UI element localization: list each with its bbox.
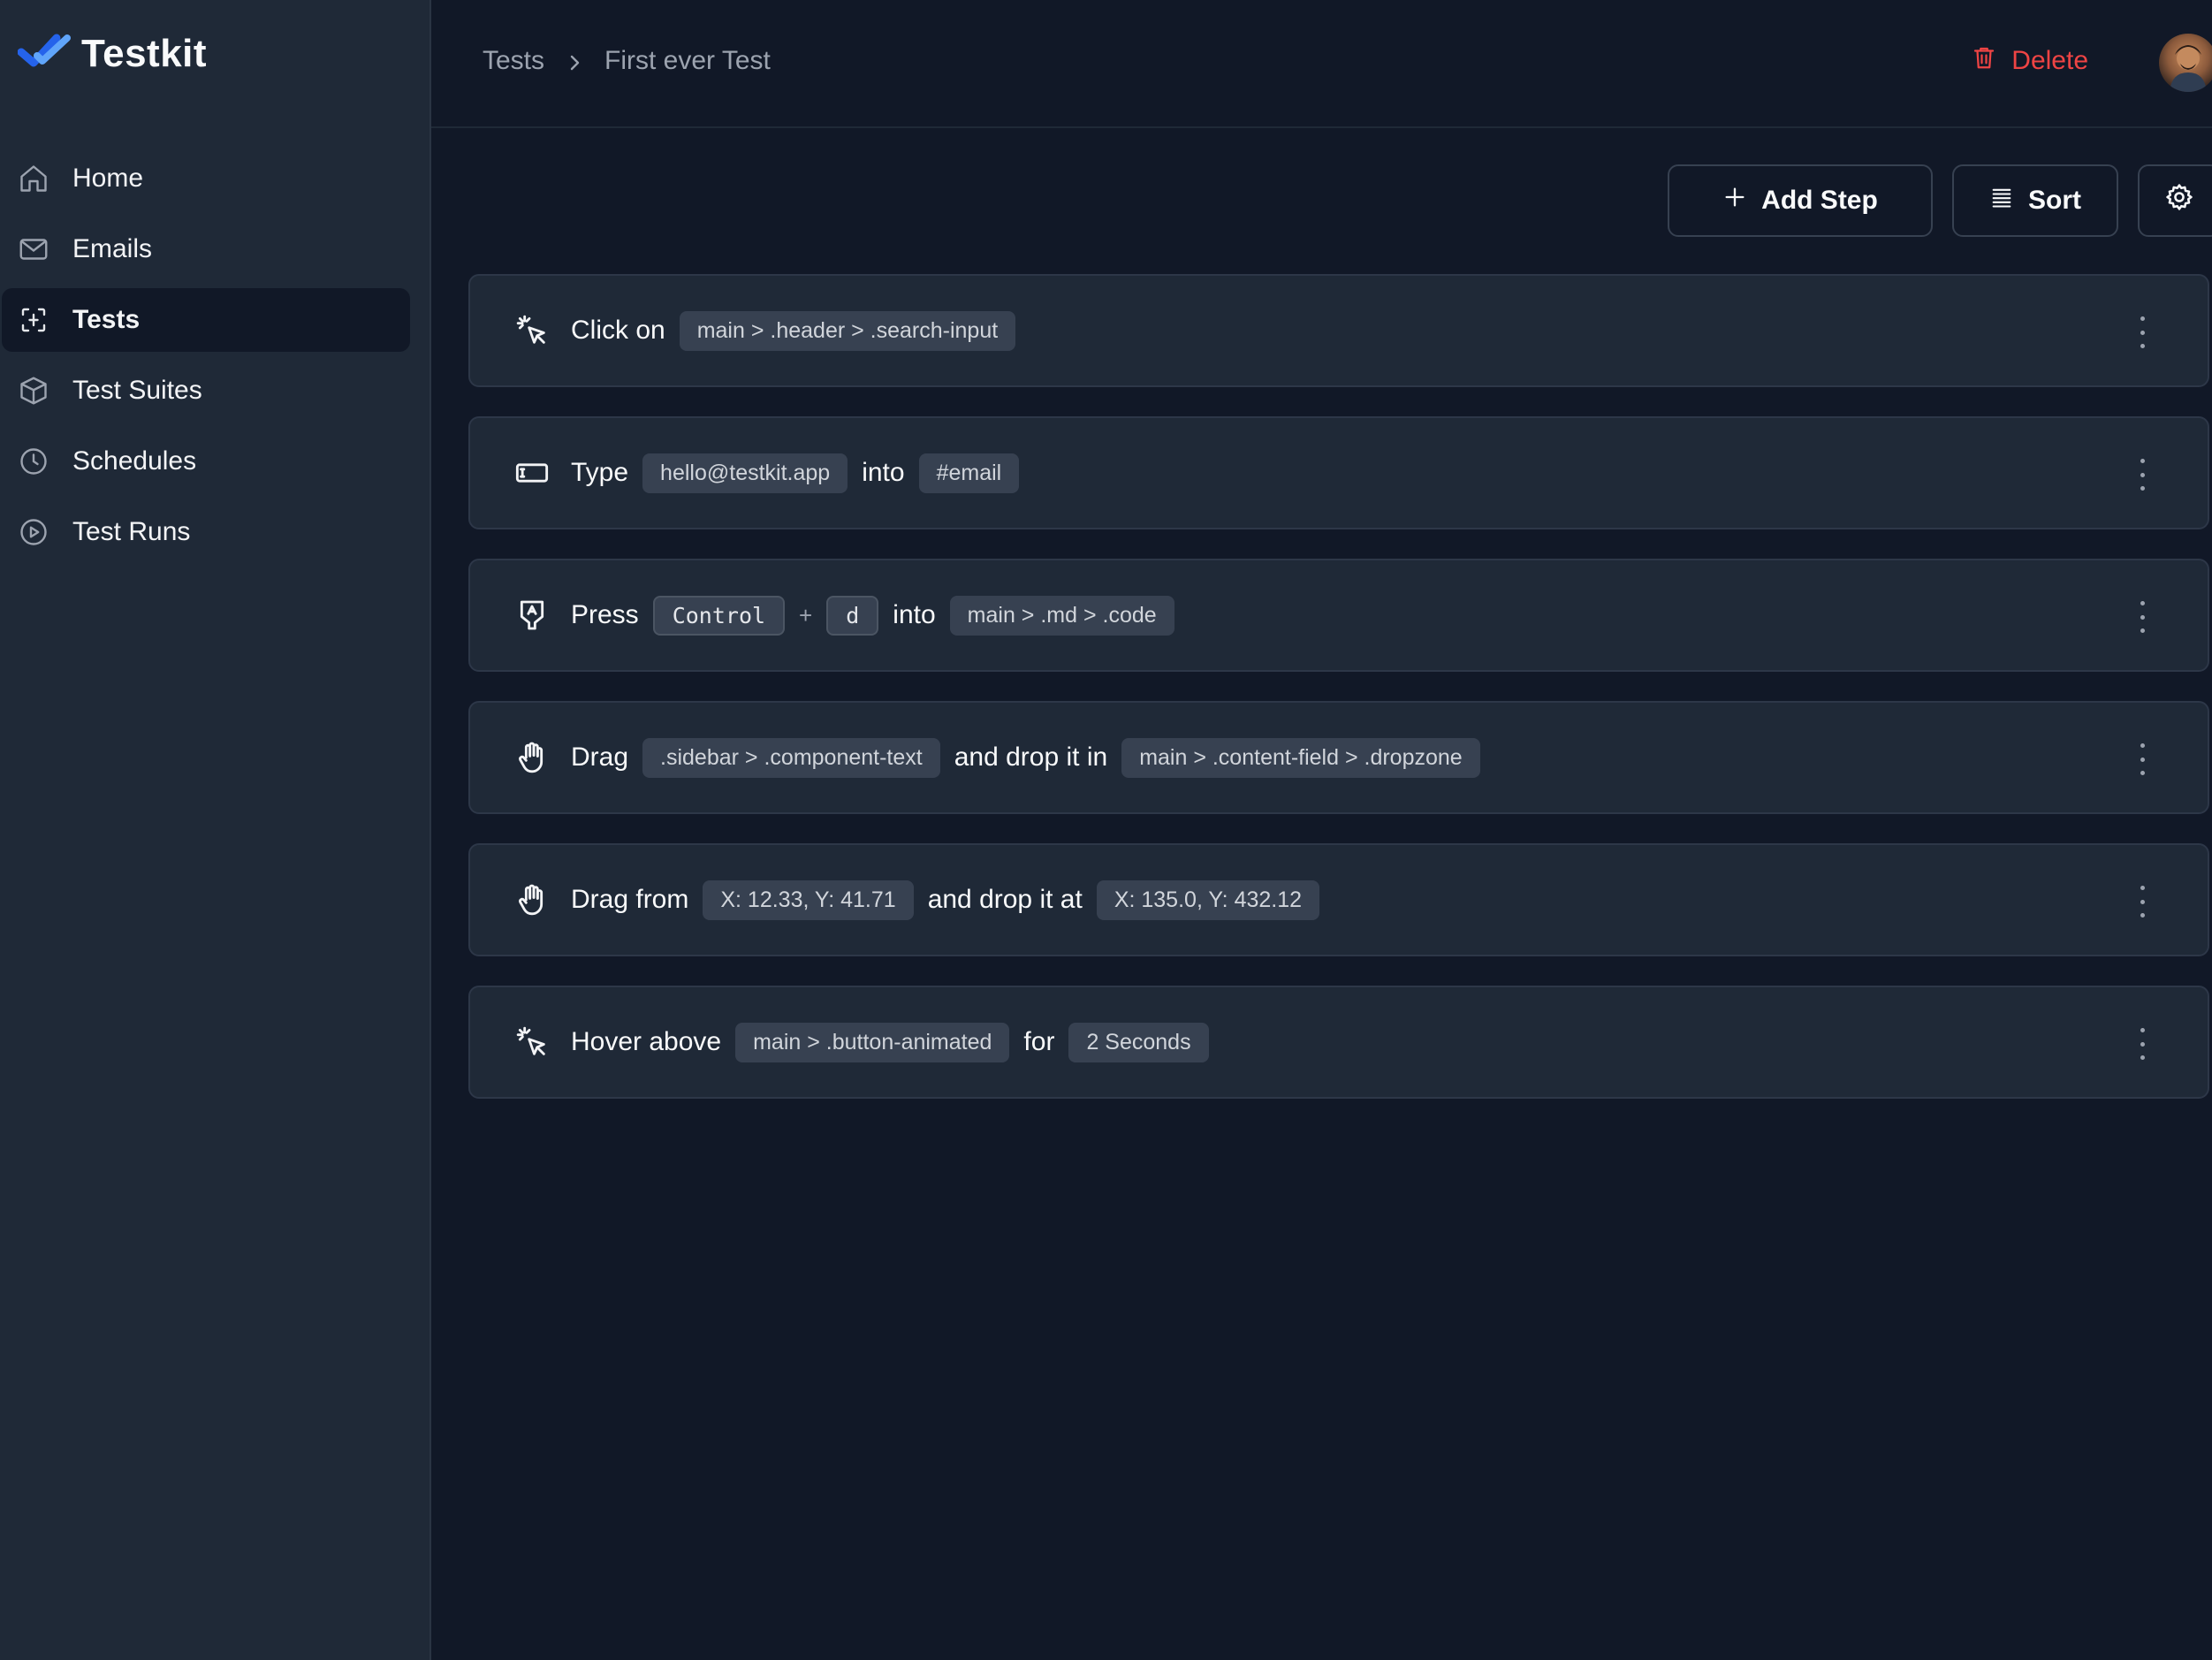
- more-options-icon[interactable]: [2137, 1028, 2147, 1060]
- step-description: Hover above main > .button-animated for 2 S…: [571, 1023, 1209, 1062]
- step-selector-chip: .sidebar > .component-text: [642, 738, 940, 778]
- key-combo-plus: +: [799, 602, 812, 629]
- gear-icon: [2164, 182, 2194, 219]
- step-description: Press Control + dinto main > .md > .code: [571, 596, 1174, 636]
- sort-button[interactable]: Sort: [1952, 164, 2118, 237]
- step-action-text: for: [1023, 1027, 1054, 1057]
- step-selector-chip: hello@testkit.app: [642, 453, 848, 493]
- step-selector-chip: #email: [919, 453, 1020, 493]
- sort-label: Sort: [2028, 186, 2081, 216]
- sidebar-item-schedules[interactable]: Schedules: [2, 430, 410, 493]
- trash-icon: [1971, 44, 1997, 78]
- step-action-text: and drop it at: [928, 885, 1083, 915]
- logo-check-icon: [18, 33, 71, 76]
- step-action-text: into: [893, 600, 935, 630]
- sidebar-item-label: Test Runs: [72, 517, 190, 547]
- breadcrumb-current: First ever Test: [604, 46, 771, 76]
- more-options-icon[interactable]: [2137, 601, 2147, 633]
- toolbar: Add Step Sort: [1668, 164, 2212, 237]
- step-card[interactable]: Hover above main > .button-animated for 2 S…: [468, 986, 2209, 1099]
- add-step-button[interactable]: Add Step: [1668, 164, 1933, 237]
- step-card[interactable]: Type hello@testkit.app into #email: [468, 416, 2209, 529]
- more-options-icon[interactable]: [2137, 886, 2147, 918]
- steps-list: Click on main > .header > .search-input Ty…: [468, 274, 2209, 1128]
- step-card[interactable]: Press Control + dinto main > .md > .code: [468, 559, 2209, 672]
- delete-button[interactable]: Delete: [1971, 44, 2088, 78]
- key-badge: Control: [653, 596, 785, 636]
- step-action-text: Drag from: [571, 885, 688, 915]
- sidebar-item-tests[interactable]: Tests: [2, 288, 410, 352]
- add-step-label: Add Step: [1761, 186, 1878, 216]
- sidebar-item-test-runs[interactable]: Test Runs: [2, 500, 410, 564]
- more-options-icon[interactable]: [2137, 316, 2147, 348]
- sidebar-item-emails[interactable]: Emails: [2, 217, 410, 281]
- delete-label: Delete: [2011, 46, 2088, 76]
- sidebar-item-label: Tests: [72, 305, 140, 335]
- keyboard-key-icon: [513, 596, 551, 635]
- step-action-text: and drop it in: [954, 742, 1107, 773]
- key-badge: d: [826, 596, 878, 636]
- step-action-text: Type: [571, 458, 628, 488]
- plus-icon: [1722, 185, 1747, 217]
- brand[interactable]: Testkit: [18, 32, 207, 76]
- breadcrumb-tests[interactable]: Tests: [483, 46, 544, 76]
- step-action-text: into: [862, 458, 904, 488]
- sidebar-item-label: Test Suites: [72, 376, 202, 406]
- step-action-text: Hover above: [571, 1027, 721, 1057]
- step-selector-chip: main > .content-field > .dropzone: [1121, 738, 1480, 778]
- hand-icon: [513, 738, 551, 777]
- sidebar: Testkit Home Emails Tests Test Suites: [0, 0, 431, 1660]
- step-description: Click on main > .header > .search-input: [571, 311, 1015, 351]
- sidebar-nav: Home Emails Tests Test Suites Schedules: [0, 147, 431, 571]
- step-selector-chip: main > .md > .code: [950, 596, 1174, 636]
- hand-icon: [513, 880, 551, 919]
- step-selector-chip: X: 135.0, Y: 432.12: [1097, 880, 1319, 920]
- cube-icon: [16, 373, 51, 408]
- pointer-click-icon: [513, 311, 551, 350]
- settings-button[interactable]: [2138, 164, 2212, 237]
- step-action-text: Press: [571, 600, 639, 630]
- play-circle-icon: [16, 514, 51, 550]
- mail-icon: [16, 232, 51, 267]
- step-card[interactable]: Click on main > .header > .search-input: [468, 274, 2209, 387]
- more-options-icon[interactable]: [2137, 459, 2147, 491]
- step-selector-chip: main > .header > .search-input: [680, 311, 1015, 351]
- step-description: Type hello@testkit.app into #email: [571, 453, 1019, 493]
- step-card[interactable]: Drag .sidebar > .component-text and drop i…: [468, 701, 2209, 814]
- breadcrumb: Tests First ever Test: [483, 46, 771, 76]
- step-card[interactable]: Drag from X: 12.33, Y: 41.71 and drop it a…: [468, 843, 2209, 956]
- avatar[interactable]: [2159, 34, 2212, 92]
- step-description: Drag .sidebar > .component-text and drop i…: [571, 738, 1480, 778]
- clock-icon: [16, 444, 51, 479]
- sidebar-item-home[interactable]: Home: [2, 147, 410, 210]
- pointer-click-icon: [513, 1023, 551, 1062]
- home-icon: [16, 161, 51, 196]
- sidebar-item-label: Emails: [72, 234, 152, 264]
- step-action-text: Click on: [571, 316, 665, 346]
- header: Tests First ever Test Delete: [431, 0, 2212, 128]
- chevron-right-icon: [564, 50, 585, 72]
- sort-lines-icon: [1989, 185, 2014, 217]
- sidebar-item-label: Schedules: [72, 446, 196, 476]
- step-action-text: Drag: [571, 742, 628, 773]
- more-options-icon[interactable]: [2137, 743, 2147, 775]
- tests-icon: [16, 302, 51, 338]
- step-description: Drag from X: 12.33, Y: 41.71 and drop it a…: [571, 880, 1319, 920]
- step-selector-chip: X: 12.33, Y: 41.71: [703, 880, 913, 920]
- brand-name: Testkit: [81, 32, 207, 76]
- text-input-icon: [513, 453, 551, 492]
- sidebar-item-test-suites[interactable]: Test Suites: [2, 359, 410, 423]
- step-selector-chip: main > .button-animated: [735, 1023, 1009, 1062]
- step-selector-chip: 2 Seconds: [1068, 1023, 1208, 1062]
- sidebar-item-label: Home: [72, 164, 143, 194]
